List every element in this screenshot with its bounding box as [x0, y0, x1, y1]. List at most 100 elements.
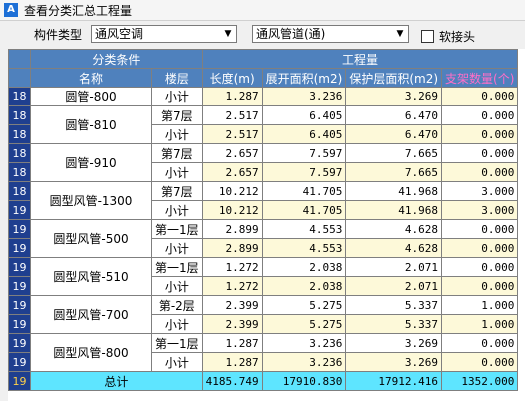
total-length[interactable]: 4185.749 [201, 371, 263, 391]
row-number[interactable]: 19 [8, 200, 31, 220]
item-name[interactable]: 圆型风管-1300 [30, 181, 152, 220]
row-number[interactable]: 19 [8, 314, 31, 334]
protect-area-cell[interactable]: 6.470 [345, 105, 443, 125]
protect-area-cell[interactable]: 41.968 [345, 181, 443, 201]
protect-area-cell[interactable]: 2.071 [345, 276, 443, 296]
component-subtype-select[interactable]: 通风管道(通) ▼ [252, 25, 409, 43]
row-number[interactable]: 19 [8, 276, 31, 296]
unfold-area-cell[interactable]: 3.236 [261, 333, 347, 353]
unfold-area-cell[interactable]: 3.236 [261, 352, 347, 372]
floor-cell[interactable]: 第一1层 [151, 257, 203, 277]
item-name[interactable]: 圆型风管-500 [30, 219, 152, 258]
table-row[interactable]: 19 圆型风管-700 第-2层 2.399 5.275 5.337 1.000 [8, 295, 519, 334]
length-cell[interactable]: 1.287 [201, 333, 263, 353]
floor-cell[interactable]: 第7层 [151, 143, 203, 163]
protect-area-cell[interactable]: 7.665 [345, 162, 443, 182]
floor-cell[interactable]: 第一1层 [151, 219, 203, 239]
item-name[interactable]: 圆管-800 [30, 87, 152, 106]
subtotal-label[interactable]: 小计 [151, 124, 203, 144]
item-name[interactable]: 圆型风管-510 [30, 257, 152, 296]
subtotal-label[interactable]: 小计 [151, 87, 203, 106]
support-count-cell[interactable]: 3.000 [441, 200, 519, 220]
item-name[interactable]: 圆型风管-800 [30, 333, 152, 372]
unfold-area-cell[interactable]: 2.038 [261, 276, 347, 296]
chevron-down-icon[interactable]: ▼ [394, 27, 406, 41]
row-number[interactable]: 19 [8, 238, 31, 258]
protect-area-cell[interactable]: 41.968 [345, 200, 443, 220]
protect-area-cell[interactable]: 5.337 [345, 295, 443, 315]
unfold-area-cell[interactable]: 3.236 [261, 87, 347, 106]
protect-area-cell[interactable]: 2.071 [345, 257, 443, 277]
row-number[interactable]: 19 [8, 295, 31, 315]
unfold-area-cell[interactable]: 41.705 [261, 181, 347, 201]
length-cell[interactable]: 10.212 [201, 200, 263, 220]
unfold-area-cell[interactable]: 4.553 [261, 238, 347, 258]
protect-area-cell[interactable]: 5.337 [345, 314, 443, 334]
support-count-cell[interactable]: 0.000 [441, 105, 519, 125]
subtotal-label[interactable]: 小计 [151, 276, 203, 296]
soft-joint-checkbox[interactable]: 软接头 [421, 28, 475, 45]
table-row[interactable]: 18 圆管-910 第7层 2.657 7.597 7.665 0.000 [8, 143, 519, 182]
support-count-cell[interactable]: 0.000 [441, 352, 519, 372]
length-cell[interactable]: 10.212 [201, 181, 263, 201]
support-count-cell[interactable]: 0.000 [441, 143, 519, 163]
unfold-area-cell[interactable]: 5.275 [261, 295, 347, 315]
quantity-grid[interactable]: 分类条件 工程量 名称 楼层 长度(m) 展开面积(m2) 保护层面积(m2) … [8, 49, 525, 401]
length-cell[interactable]: 2.657 [201, 162, 263, 182]
table-row[interactable]: 19 圆型风管-510 第一1层 1.272 2.038 2.071 0.000 [8, 257, 519, 296]
subtotal-label[interactable]: 小计 [151, 352, 203, 372]
subtotal-label[interactable]: 小计 [151, 200, 203, 220]
protect-area-cell[interactable]: 6.470 [345, 124, 443, 144]
item-name[interactable]: 圆管-910 [30, 143, 152, 182]
total-label[interactable]: 总计 [30, 371, 203, 391]
support-count-cell[interactable]: 0.000 [441, 238, 519, 258]
row-number[interactable]: 19 [8, 352, 31, 372]
row-number[interactable]: 19 [8, 371, 31, 391]
table-row[interactable]: 19 圆型风管-800 第一1层 1.287 3.236 3.269 0.000 [8, 333, 519, 372]
table-row[interactable]: 19 圆型风管-500 第一1层 2.899 4.553 4.628 0.000 [8, 219, 519, 258]
checkbox-icon[interactable] [421, 30, 434, 43]
unfold-area-cell[interactable]: 6.405 [261, 124, 347, 144]
length-cell[interactable]: 2.399 [201, 295, 263, 315]
support-count-cell[interactable]: 0.000 [441, 124, 519, 144]
column-header-protect-area[interactable]: 保护层面积(m2) [345, 68, 443, 88]
row-number[interactable]: 19 [8, 257, 31, 277]
total-protect-area[interactable]: 17912.416 [345, 371, 443, 391]
unfold-area-cell[interactable]: 7.597 [261, 162, 347, 182]
row-number[interactable]: 19 [8, 219, 31, 239]
length-cell[interactable]: 2.517 [201, 105, 263, 125]
component-type-select[interactable]: 通风空调 ▼ [91, 25, 237, 43]
support-count-cell[interactable]: 0.000 [441, 219, 519, 239]
floor-cell[interactable]: 第一1层 [151, 333, 203, 353]
support-count-cell[interactable]: 0.000 [441, 276, 519, 296]
total-row[interactable]: 19 总计 4185.749 17910.830 17912.416 1352.000 [8, 371, 519, 391]
support-count-cell[interactable]: 0.000 [441, 162, 519, 182]
protect-area-cell[interactable]: 3.269 [345, 352, 443, 372]
table-row[interactable]: 18 圆管-800 小计 1.287 3.236 3.269 0.000 [8, 87, 519, 106]
row-number[interactable]: 18 [8, 105, 31, 125]
length-cell[interactable]: 2.399 [201, 314, 263, 334]
row-number[interactable]: 18 [8, 124, 31, 144]
length-cell[interactable]: 1.287 [201, 87, 263, 106]
length-cell[interactable]: 1.272 [201, 276, 263, 296]
column-header-floor[interactable]: 楼层 [151, 68, 203, 88]
protect-area-cell[interactable]: 4.628 [345, 219, 443, 239]
unfold-area-cell[interactable]: 7.597 [261, 143, 347, 163]
support-count-cell[interactable]: 1.000 [441, 295, 519, 315]
item-name[interactable]: 圆管-810 [30, 105, 152, 144]
unfold-area-cell[interactable]: 6.405 [261, 105, 347, 125]
support-count-cell[interactable]: 0.000 [441, 333, 519, 353]
row-number[interactable]: 18 [8, 162, 31, 182]
floor-cell[interactable]: 第7层 [151, 181, 203, 201]
column-header-name[interactable]: 名称 [30, 68, 152, 88]
protect-area-cell[interactable]: 4.628 [345, 238, 443, 258]
subtotal-label[interactable]: 小计 [151, 162, 203, 182]
length-cell[interactable]: 1.272 [201, 257, 263, 277]
column-header-support-count[interactable]: 支架数量(个) [441, 68, 519, 88]
length-cell[interactable]: 1.287 [201, 352, 263, 372]
total-unfold-area[interactable]: 17910.830 [261, 371, 347, 391]
row-number[interactable]: 19 [8, 333, 31, 353]
row-number[interactable]: 18 [8, 87, 31, 106]
length-cell[interactable]: 2.517 [201, 124, 263, 144]
support-count-cell[interactable]: 0.000 [441, 87, 519, 106]
